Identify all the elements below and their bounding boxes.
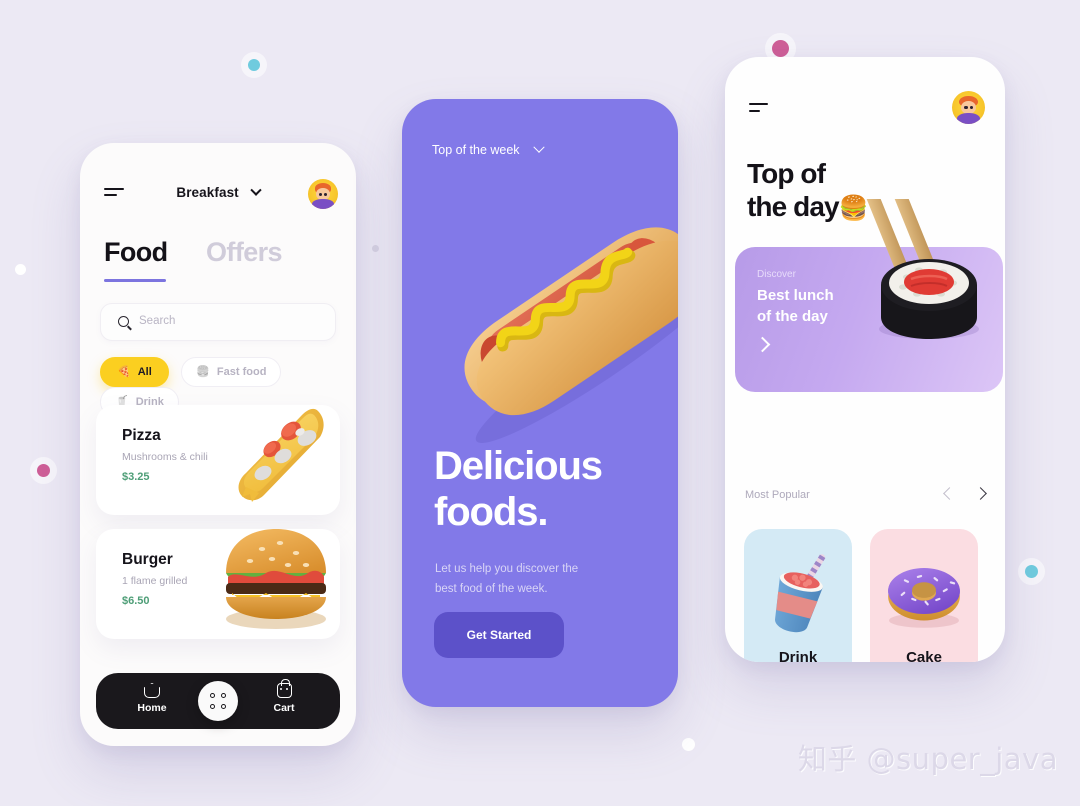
tab-food[interactable]: Food	[104, 237, 168, 268]
carousel-controls	[929, 487, 987, 505]
food-card[interactable]: Pizza Mushrooms & chili $3.25	[96, 405, 340, 515]
most-popular-label: Most Popular	[745, 489, 810, 501]
search-input[interactable]: Search	[100, 303, 336, 341]
tab-active-underline	[104, 279, 166, 282]
nav-cart-label: Cart	[273, 702, 295, 714]
food-description: 1 flame grilled	[122, 575, 188, 587]
chevron-down-icon	[533, 141, 545, 153]
shopping-bag-icon	[276, 679, 292, 698]
page-title-line2-text: the day	[747, 191, 840, 223]
food-card[interactable]: Burger 1 flame grilled $6.50	[96, 529, 340, 639]
search-icon	[118, 316, 129, 327]
page-title-line1: Top of	[747, 158, 826, 189]
food-price: $6.50	[122, 595, 150, 607]
hotdog-3d-image	[464, 227, 678, 443]
week-selector[interactable]: Top of the week	[432, 141, 545, 157]
user-avatar[interactable]	[952, 91, 985, 124]
pizza-icon: 🍕	[117, 365, 131, 378]
dot-pink-left	[36, 463, 50, 477]
burger-3d-image	[226, 529, 326, 629]
hamburger-icon[interactable]	[749, 103, 768, 114]
dot-teal-top	[248, 59, 260, 71]
chip-fast-food-label: Fast food	[216, 366, 267, 378]
burger-icon: 🍔	[196, 365, 210, 378]
get-started-button[interactable]: Get Started	[434, 612, 564, 658]
dot-teal-right	[1024, 564, 1038, 578]
avatar-eye-right	[324, 192, 328, 196]
chip-all-label: All	[137, 366, 152, 378]
popular-card-label: Cake	[906, 649, 942, 662]
grid-dots-icon[interactable]	[198, 681, 238, 721]
phone-food-list: Breakfast Food Offers Search 🍕 All 🍔 Fas…	[80, 143, 356, 746]
food-description: Mushrooms & chili	[122, 451, 208, 463]
chip-all[interactable]: 🍕 All	[100, 357, 169, 387]
pizza-slice-3d-image	[238, 408, 324, 502]
popular-card-drink[interactable]: Drink	[744, 529, 852, 662]
hero-subtitle-line1: Let us help you discover the	[435, 563, 579, 575]
dot-white-left	[14, 263, 26, 275]
food-name: Burger	[122, 551, 173, 568]
nav-item-cart[interactable]: Cart	[256, 679, 312, 714]
meal-selector-label: Breakfast	[176, 185, 239, 200]
user-avatar[interactable]	[308, 179, 338, 209]
arrow-left-icon[interactable]	[943, 487, 956, 500]
discover-banner[interactable]: Discover Best lunch of the day	[735, 199, 1003, 392]
sushi-3d-image	[862, 199, 979, 339]
hero-title-line1: Delicious	[434, 444, 603, 488]
phone1-topbar: Breakfast	[80, 179, 356, 213]
dot-pink-top	[771, 39, 789, 57]
donut-3d-image	[888, 568, 960, 628]
hero-subtitle-line2: best food of the week.	[435, 583, 548, 596]
home-icon	[144, 683, 160, 698]
bottom-navigation: Home Cart	[96, 673, 340, 729]
hero-subtitle: Let us help you discover the best food o…	[435, 559, 625, 599]
chevron-down-icon	[249, 184, 262, 196]
food-price: $3.25	[122, 471, 150, 483]
avatar-eye-left	[319, 192, 323, 196]
hero-title: Delicious foods.	[434, 444, 664, 535]
dot-white-bottom	[681, 737, 695, 751]
phone-hero-onboarding: Top of the week Delicious foods. Let us …	[402, 99, 678, 707]
drink-cup-3d-image	[775, 554, 826, 633]
phone-top-of-the-day: Top of the day🍔 Discover Best lunch of t…	[725, 57, 1005, 662]
chevron-right-icon[interactable]	[754, 336, 771, 353]
week-selector-label: Top of the week	[432, 143, 520, 157]
nav-item-home[interactable]: Home	[124, 683, 180, 714]
hero-title-line2: foods.	[434, 489, 548, 534]
dot-grey-mid	[371, 244, 379, 252]
nav-home-label: Home	[137, 702, 167, 714]
popular-card-cake[interactable]: Cake	[870, 529, 978, 662]
food-name: Pizza	[122, 427, 161, 444]
avatar-body	[956, 113, 981, 124]
watermark: 知乎 @super_java	[797, 742, 1058, 776]
banner-eyebrow: Discover	[757, 269, 796, 280]
search-placeholder: Search	[139, 315, 176, 327]
popular-card-label: Drink	[778, 649, 818, 662]
content-tabs: Food Offers	[104, 237, 283, 268]
tab-offers[interactable]: Offers	[206, 237, 283, 268]
arrow-right-icon[interactable]	[974, 487, 987, 500]
avatar-body	[312, 199, 334, 209]
